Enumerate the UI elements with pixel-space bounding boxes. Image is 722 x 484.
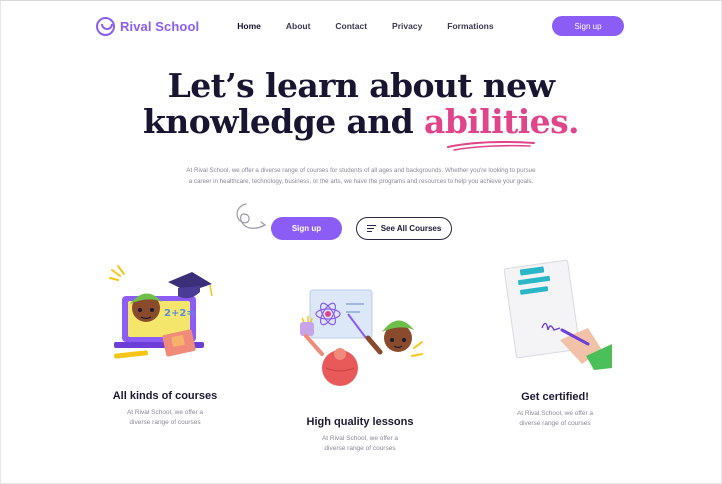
- hero-signup-button[interactable]: Sign up: [271, 217, 342, 240]
- hero-title-line1: Let’s learn about new: [167, 66, 555, 105]
- feature-text: At Rival School, we offer a diverse rang…: [516, 410, 594, 427]
- hero-title-line2: knowledge and: [143, 102, 425, 141]
- nav-item-privacy[interactable]: Privacy: [392, 21, 422, 31]
- feature-text: At Rival School, we offer a diverse rang…: [321, 435, 399, 452]
- feature-title: High quality lessons: [306, 416, 414, 428]
- nav-item-contact[interactable]: Contact: [335, 21, 367, 31]
- logo[interactable]: Rival School: [96, 16, 200, 36]
- top-navigation: Rival School Home About Contact Privacy …: [96, 14, 624, 38]
- feature-title: Get certified!: [521, 391, 589, 403]
- feature-all-courses: All kinds of courses At Rival School, we…: [100, 390, 230, 427]
- feature-text: At Rival School, we offer a diverse rang…: [126, 409, 204, 426]
- hero-title-accent: abilities.: [424, 102, 580, 141]
- see-all-courses-label: See All Courses: [380, 224, 442, 233]
- svg-text:2+2=: 2+2=: [164, 308, 195, 319]
- laptop-student-icon: 2+2=: [109, 265, 213, 359]
- nav-item-about[interactable]: About: [286, 21, 311, 31]
- feature-title: All kinds of courses: [112, 390, 218, 402]
- nav-item-home[interactable]: Home: [237, 21, 261, 31]
- certificate-signing-icon: [503, 259, 612, 370]
- see-all-courses-button[interactable]: See All Courses: [356, 217, 452, 240]
- smile-logo-icon: [96, 16, 115, 36]
- scribble-underline-icon: [447, 141, 535, 151]
- nav-menu: Home About Contact Privacy Formations: [237, 21, 518, 31]
- hero-title: Let’s learn about new knowledge and abil…: [0, 68, 722, 140]
- brand-name: Rival School: [120, 18, 200, 34]
- feature-quality-lessons: High quality lessons At Rival School, we…: [296, 416, 424, 453]
- hero-description: At Rival School, we offer a diverse rang…: [186, 167, 536, 185]
- nav-item-formations[interactable]: Formations: [447, 21, 493, 31]
- nav-signup-button[interactable]: Sign up: [552, 16, 624, 36]
- list-icon: [366, 225, 376, 232]
- hero-actions: Sign up See All Courses: [271, 217, 452, 240]
- feature-get-certified: Get certified! At Rival School, we offer…: [490, 391, 620, 428]
- swirl-arrow-icon: [236, 203, 267, 229]
- teacher-board-icon: [300, 289, 423, 386]
